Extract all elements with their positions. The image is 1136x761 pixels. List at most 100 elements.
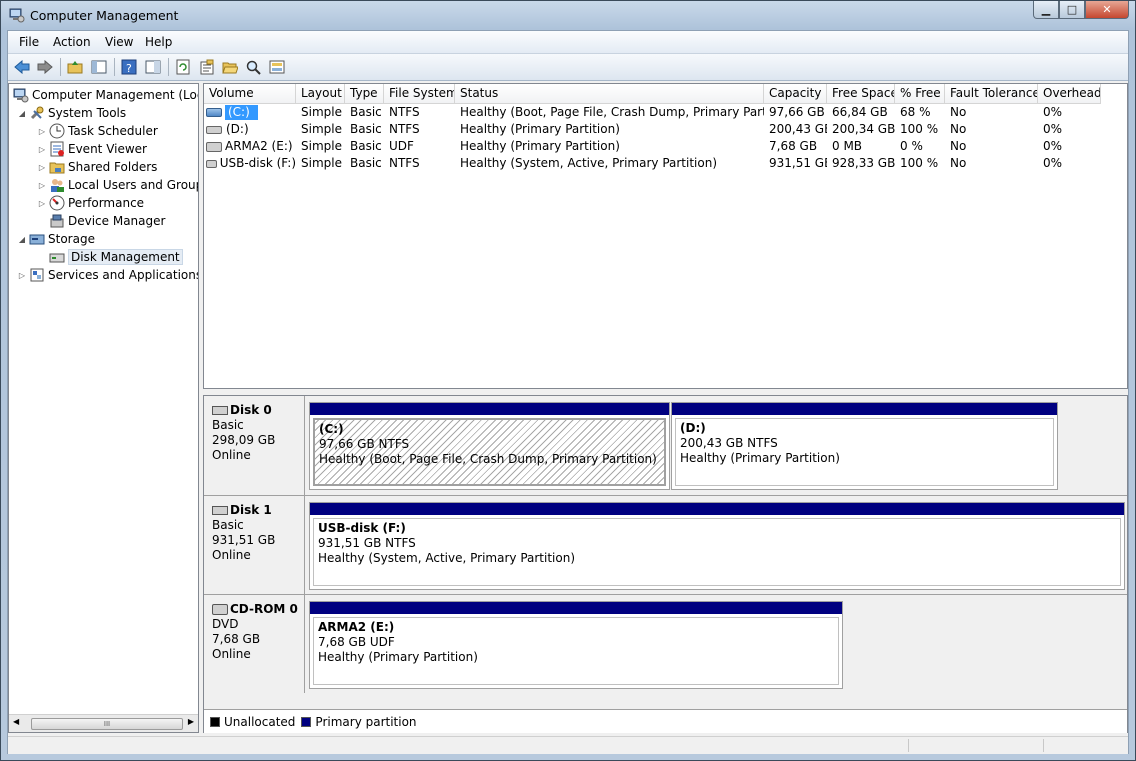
legend-primary: Primary partition bbox=[315, 714, 417, 729]
disk-properties-icon[interactable] bbox=[268, 58, 286, 76]
menu-action[interactable]: Action bbox=[53, 35, 91, 49]
volume-row-e[interactable]: ARMA2 (E:) Simple Basic UDF Healthy (Pri… bbox=[204, 138, 1101, 155]
back-arrow-icon[interactable] bbox=[13, 58, 31, 76]
tree-item-event-viewer[interactable]: ▷ Event Viewer bbox=[37, 140, 147, 158]
open-folder-icon[interactable] bbox=[221, 58, 239, 76]
disk-0-info[interactable]: Disk 0 Basic 298,09 GB Online bbox=[204, 396, 305, 495]
fault-tolerance-cell: No bbox=[950, 122, 967, 136]
tree-label: Services and Applications bbox=[48, 268, 199, 282]
navigation-tree: Computer Management (Local ◢ System Tool… bbox=[8, 83, 199, 733]
file-system-cell: NTFS bbox=[389, 156, 420, 170]
layout-cell: Simple bbox=[301, 122, 342, 136]
menu-view[interactable]: View bbox=[105, 35, 133, 49]
column-header-free-space[interactable]: Free Space bbox=[827, 84, 895, 103]
disk-type: Basic bbox=[212, 518, 244, 532]
menu-bar: File Action View Help bbox=[8, 31, 1128, 54]
partition-status: Healthy (Primary Partition) bbox=[318, 650, 478, 664]
checklist-icon[interactable] bbox=[198, 58, 216, 76]
primary-partition-swatch bbox=[301, 716, 312, 727]
tree-item-disk-management[interactable]: Disk Management bbox=[47, 248, 183, 266]
properties-pane-icon[interactable] bbox=[144, 58, 162, 76]
column-header-percent-free[interactable]: % Free bbox=[895, 84, 945, 103]
column-header-type[interactable]: Type bbox=[345, 84, 384, 103]
expand-arrow-icon[interactable]: ▷ bbox=[37, 163, 47, 172]
tree-item-shared-folders[interactable]: ▷ Shared Folders bbox=[37, 158, 157, 176]
toolbar: ? bbox=[8, 54, 1128, 81]
partition-f[interactable]: USB-disk (F:) 931,51 GB NTFS Healthy (Sy… bbox=[309, 502, 1125, 590]
volume-name: ARMA2 (E:) bbox=[225, 139, 293, 153]
tree-item-system-tools[interactable]: ◢ System Tools bbox=[17, 104, 126, 122]
expand-arrow-icon[interactable]: ▷ bbox=[17, 271, 27, 280]
scroll-right-arrow-icon[interactable]: ▶ bbox=[188, 717, 194, 726]
maximize-button[interactable]: □ bbox=[1059, 1, 1085, 19]
disk-name: Disk 0 bbox=[230, 403, 272, 417]
refresh-icon[interactable] bbox=[174, 58, 192, 76]
disk-name: CD-ROM 0 bbox=[230, 602, 298, 616]
show-hide-tree-icon[interactable] bbox=[90, 58, 108, 76]
tree-label: Performance bbox=[68, 196, 145, 210]
tree-label-selected: Disk Management bbox=[68, 249, 183, 265]
disk-status: Online bbox=[212, 647, 251, 661]
title-bar[interactable]: Computer Management ▁ □ ✕ bbox=[1, 1, 1135, 29]
expand-arrow-icon[interactable]: ▷ bbox=[37, 145, 47, 154]
partition-d[interactable]: (D:) 200,43 GB NTFS Healthy (Primary Par… bbox=[671, 402, 1058, 490]
volume-list-header: Volume Layout Type File System Status Ca… bbox=[204, 84, 1101, 104]
close-button[interactable]: ✕ bbox=[1085, 1, 1129, 19]
legend: Unallocated Primary partition bbox=[204, 709, 1127, 733]
capacity-cell: 200,43 GB bbox=[769, 122, 827, 136]
column-header-volume[interactable]: Volume bbox=[204, 84, 296, 103]
type-cell: Basic bbox=[350, 105, 382, 119]
column-header-layout[interactable]: Layout bbox=[296, 84, 345, 103]
disk-size: 931,51 GB bbox=[212, 533, 276, 547]
disk-size: 7,68 GB bbox=[212, 632, 261, 646]
scroll-left-arrow-icon[interactable]: ◀ bbox=[13, 717, 19, 726]
partition-c[interactable]: (C:) 97,66 GB NTFS Healthy (Boot, Page F… bbox=[309, 402, 670, 490]
expand-arrow-icon[interactable]: ▷ bbox=[37, 127, 47, 136]
forward-arrow-icon[interactable] bbox=[36, 58, 54, 76]
tree-item-device-manager[interactable]: Device Manager bbox=[47, 212, 165, 230]
scroll-thumb[interactable]: III bbox=[31, 718, 183, 730]
cd-drive-icon bbox=[212, 604, 228, 615]
tree-item-task-scheduler[interactable]: ▷ Task Scheduler bbox=[37, 122, 158, 140]
tree-item-local-users[interactable]: ▷ Local Users and Groups bbox=[37, 176, 198, 194]
tree-item-performance[interactable]: ▷ Performance bbox=[37, 194, 144, 212]
file-system-cell: NTFS bbox=[389, 122, 420, 136]
disk-1-info[interactable]: Disk 1 Basic 931,51 GB Online bbox=[204, 496, 305, 594]
percent-free-cell: 100 % bbox=[900, 156, 939, 170]
menu-file[interactable]: File bbox=[19, 35, 39, 49]
help-icon[interactable]: ? bbox=[120, 58, 138, 76]
tree-item-computer-management[interactable]: Computer Management (Local bbox=[11, 86, 198, 104]
up-folder-icon[interactable] bbox=[66, 58, 84, 76]
volume-row-f[interactable]: USB-disk (F:) Simple Basic NTFS Healthy … bbox=[204, 155, 1101, 172]
column-header-capacity[interactable]: Capacity bbox=[764, 84, 827, 103]
tree-label: Storage bbox=[48, 232, 95, 246]
minimize-button[interactable]: ▁ bbox=[1033, 1, 1059, 19]
fault-tolerance-cell: No bbox=[950, 139, 967, 153]
column-header-file-system[interactable]: File System bbox=[384, 84, 455, 103]
hard-disk-icon bbox=[212, 406, 228, 415]
partition-e[interactable]: ARMA2 (E:) 7,68 GB UDF Healthy (Primary … bbox=[309, 601, 843, 689]
disk-type: DVD bbox=[212, 617, 239, 631]
menu-help[interactable]: Help bbox=[145, 35, 172, 49]
volume-name: USB-disk (F:) bbox=[219, 156, 296, 170]
cdrom-0-info[interactable]: CD-ROM 0 DVD 7,68 GB Online bbox=[204, 595, 305, 693]
find-icon[interactable] bbox=[244, 58, 262, 76]
type-cell: Basic bbox=[350, 156, 382, 170]
column-header-overhead[interactable]: Overhead bbox=[1038, 84, 1101, 103]
capacity-cell: 97,66 GB bbox=[769, 105, 825, 119]
expand-arrow-icon[interactable]: ▷ bbox=[37, 181, 47, 190]
tree-horizontal-scrollbar[interactable]: ◀ III ▶ bbox=[9, 714, 198, 732]
volume-row-c[interactable]: (C:) Simple Basic NTFS Healthy (Boot, Pa… bbox=[204, 104, 1101, 121]
tree-item-storage[interactable]: ◢ Storage bbox=[17, 230, 95, 248]
collapse-arrow-icon[interactable]: ◢ bbox=[17, 235, 27, 244]
column-header-fault-tolerance[interactable]: Fault Tolerance bbox=[945, 84, 1038, 103]
status-bar bbox=[8, 736, 1128, 754]
layout-cell: Simple bbox=[301, 156, 342, 170]
tree-item-services-applications[interactable]: ▷ Services and Applications bbox=[17, 266, 199, 284]
hard-disk-icon bbox=[212, 506, 228, 515]
collapse-arrow-icon[interactable]: ◢ bbox=[17, 109, 27, 118]
expand-arrow-icon[interactable]: ▷ bbox=[37, 199, 47, 208]
volume-row-d[interactable]: (D:) Simple Basic NTFS Healthy (Primary … bbox=[204, 121, 1101, 138]
partition-status: Healthy (System, Active, Primary Partiti… bbox=[318, 551, 576, 565]
column-header-status[interactable]: Status bbox=[455, 84, 764, 103]
